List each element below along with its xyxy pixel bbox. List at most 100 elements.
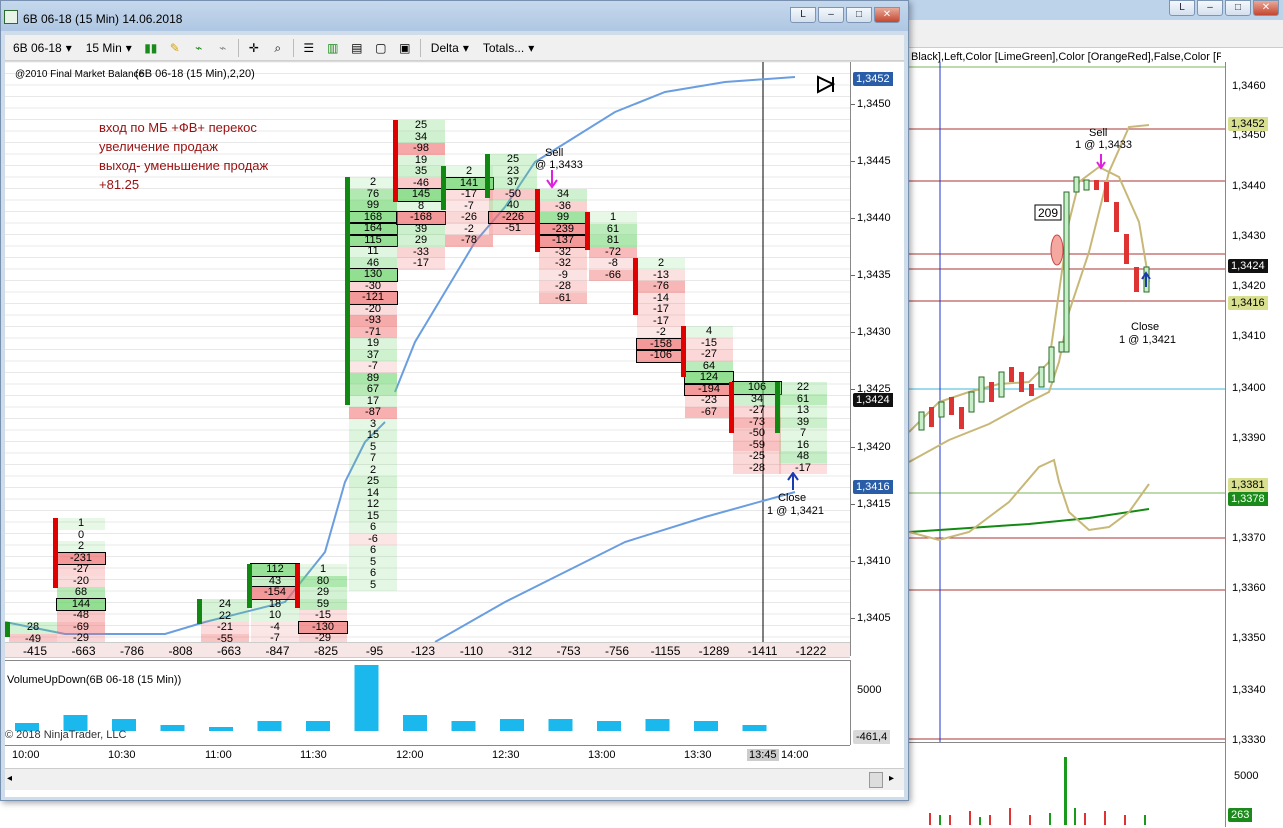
footprint-column: 106 34 -27 -73 -50 -59 -25 -28 [732, 381, 782, 474]
footprint-cell: -78 [445, 234, 493, 247]
footprint-cell: -7 [349, 360, 397, 373]
instrument-selector[interactable]: 6B 06-18 ▾ [9, 41, 76, 55]
footprint-cell: -27 [685, 348, 733, 361]
copyright: © 2018 NinjaTrader, LLC [5, 729, 127, 741]
footprint-cell: -76 [637, 280, 685, 293]
volume-bar [548, 719, 573, 731]
delta-value: -415 [22, 644, 48, 658]
scroll-right-icon[interactable]: ▸ [889, 773, 901, 787]
footprint-candle-body [197, 599, 202, 625]
delta-value: -1289 [698, 644, 730, 658]
footprint-candle-body [295, 564, 300, 609]
footprint-cell: 130 [348, 268, 398, 282]
footprint-cell: -26 [445, 211, 493, 224]
volume-bar [306, 721, 330, 731]
time-axis: 10:00 10:30 11:00 11:30 12:00 12:30 13:0… [5, 745, 850, 765]
volume-bar [451, 721, 476, 731]
footprint-candle-body [5, 622, 10, 637]
close-marker-detail: 1 @ 1,3421 [767, 505, 825, 517]
footprint-cell: 99 [539, 211, 587, 224]
delta-value: -1411 [747, 644, 778, 658]
footprint-cell: 1 [57, 517, 105, 530]
delta-value: -1155 [650, 644, 681, 658]
chevron-down-icon: ▾ [462, 40, 469, 55]
bar-type-icon[interactable]: ▮▮ [142, 40, 160, 56]
window-titlebar[interactable]: 6B 06-18 (15 Min) 14.06.2018 L – □ ✕ [1, 1, 908, 31]
svg-text:209: 209 [1038, 206, 1058, 220]
footprint-candle-body [585, 212, 590, 250]
delta-value: -808 [168, 644, 193, 658]
bg-volume-axis: 5000 263 [1225, 742, 1283, 827]
footprint-candle-body [485, 154, 490, 199]
crosshair-icon[interactable]: ✛ [245, 40, 263, 56]
bg-volume-panel [909, 742, 1225, 825]
footprint-cell: 81 [589, 234, 637, 247]
bars-icon[interactable]: ▥ [324, 40, 342, 56]
maximize-button[interactable]: □ [846, 7, 872, 23]
scroll-thumb[interactable] [869, 772, 883, 788]
properties-icon[interactable]: ☰ [300, 40, 318, 56]
price-chart-area[interactable]: @2010 Final Market Balance (6B 06-18 (15… [5, 62, 904, 797]
sell-marker-detail: @ 1,3433 [535, 159, 583, 171]
delta-value: -123 [410, 644, 436, 658]
indicator-label: @2010 Final Market Balance [15, 69, 145, 80]
link-button[interactable]: L [790, 7, 816, 23]
chart-window-icon [4, 10, 18, 24]
volume-bar [354, 665, 379, 731]
bg-maximize-button[interactable]: □ [1225, 0, 1251, 16]
footprint-cell: 164 [348, 222, 398, 236]
close-button[interactable]: ✕ [874, 7, 900, 23]
bg-close-button[interactable]: ✕ [1253, 0, 1279, 16]
bg-minimize-button[interactable]: – [1197, 0, 1223, 16]
volume-bar [160, 725, 185, 731]
volume-bar [597, 721, 621, 731]
horizontal-scrollbar[interactable]: ◂ ▸ [5, 768, 904, 790]
footprint-cell: 2 [349, 176, 397, 189]
scroll-left-icon[interactable]: ◂ [7, 773, 19, 787]
footprint-candle-body [729, 382, 734, 433]
price-tag-top: 1,3452 [853, 72, 893, 86]
footprint-cell: 25 [397, 119, 445, 132]
interval-selector[interactable]: 15 Min ▾ [82, 41, 136, 55]
volume-bar [694, 721, 718, 731]
footprint-cell: 112 [250, 563, 300, 577]
indicator-icon[interactable]: ⌁ [190, 40, 208, 56]
footprint-cell: -137 [538, 234, 588, 248]
footprint-column: 25 23 37 -50 40 -226 -51 [488, 153, 538, 235]
draw-tool-icon[interactable]: ✎ [166, 40, 184, 56]
data-box-icon[interactable]: ▢ [372, 40, 390, 56]
footprint-cell: -17 [637, 303, 685, 316]
footprint-cell: -66 [589, 269, 637, 281]
footprint-cell: 34 [539, 188, 587, 201]
footprint-cell: -21 [201, 621, 249, 634]
footprint-cell: -98 [397, 142, 445, 155]
sell-arrow-icon [546, 170, 558, 189]
footprint-cell: -27 [57, 563, 105, 576]
footprint-cell: 68 [57, 586, 105, 599]
footprint-cell: 67 [349, 383, 397, 396]
price-axis[interactable]: 1,3450 1,3445 1,3440 1,3435 1,3430 1,342… [850, 62, 904, 656]
bg-link-button[interactable]: L [1169, 0, 1195, 16]
delta-value: -756 [604, 644, 630, 658]
footprint-cell: -27 [733, 404, 781, 417]
delta-selector[interactable]: Delta ▾ [427, 41, 473, 55]
footprint-cell: -168 [396, 211, 446, 225]
zoom-icon[interactable]: ⌕ [269, 40, 287, 56]
footprint-cell: -67 [685, 406, 733, 418]
bg-tag-1: 1,3452 [1228, 117, 1268, 131]
snapshot-icon[interactable]: ▣ [396, 40, 414, 56]
delta-value: -825 [313, 644, 339, 658]
footprint-cell: 1 [299, 563, 347, 576]
delta-value: -847 [265, 644, 290, 658]
footprint-cell: 13 [779, 404, 827, 417]
footprint-cell: 37 [489, 176, 537, 189]
chart-trader-icon[interactable]: ▤ [348, 40, 366, 56]
footprint-column: 2 -13 -76 -14 -17 -17 -2 -158 -106 [636, 257, 686, 363]
close-marker-label: Close [778, 492, 807, 504]
totals-selector[interactable]: Totals... ▾ [479, 41, 538, 55]
footprint-cell: 35 [397, 165, 445, 178]
minimize-button[interactable]: – [818, 7, 844, 23]
footprint-candle-body [633, 258, 638, 315]
footprint-cell: -28 [539, 280, 587, 293]
strategy-icon[interactable]: ⌁ [214, 40, 232, 56]
